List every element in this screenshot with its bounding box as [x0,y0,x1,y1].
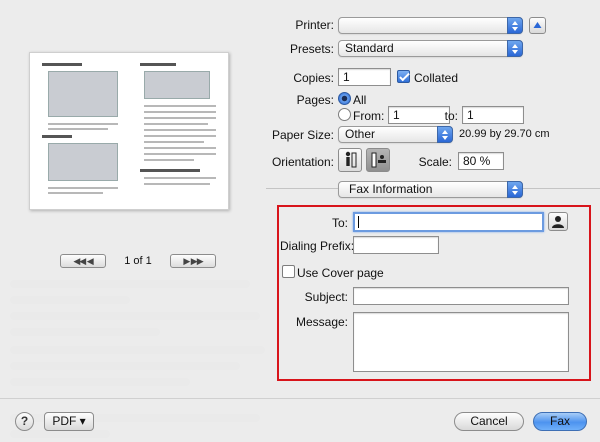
first-prev-page-button[interactable]: ◀◀ ◀ [60,254,106,268]
preview-line [144,147,216,149]
to-label: To: [331,216,348,230]
preview-heading [42,135,72,138]
use-cover-page-checkbox[interactable] [282,265,295,278]
next-last-page-button[interactable]: ▶ ▶▶ [170,254,216,268]
paper-size-label: Paper Size: [271,128,334,142]
subject-label: Subject: [304,290,348,304]
popup-arrows-icon [437,126,453,143]
popup-arrows-icon [507,17,523,34]
printer-label: Printer: [295,18,334,32]
preview-line [144,129,216,131]
help-button[interactable]: ? [15,412,34,431]
preview-line [144,123,208,125]
subject-field[interactable] [353,287,569,305]
preview-image [48,143,118,181]
pages-all-radio[interactable] [338,92,351,105]
paper-size-popup[interactable]: Other [338,126,453,143]
last-page-icon[interactable]: ▶▶ [191,256,204,266]
landscape-icon [371,152,386,168]
footer-separator [0,398,600,399]
preview-image [48,71,118,117]
preview-column [140,61,220,201]
printer-popup[interactable] [338,17,523,34]
collated-checkbox[interactable] [397,70,410,83]
address-book-button[interactable] [548,212,568,231]
popup-arrows-icon [507,181,523,198]
page-preview [29,52,229,210]
pdf-menu-button[interactable]: PDF ▾ [44,412,94,431]
scale-field[interactable]: 80 % [458,152,504,170]
presets-label: Presets: [289,42,334,56]
preview-column [42,61,122,201]
preview-line [144,153,216,155]
paper-size-value: Other [345,127,376,141]
expand-disclosure-button[interactable] [529,17,546,34]
preview-line [144,111,216,113]
preview-heading [140,169,200,172]
disclosure-up-icon [533,22,542,28]
preview-heading [140,63,176,66]
panel-popup-value: Fax Information [349,182,433,196]
scale-label: Scale: [418,155,452,169]
preview-line [48,192,103,194]
first-page-icon[interactable]: ◀◀ [73,256,86,266]
preview-pager: ◀◀ ◀ 1 of 1 ▶ ▶▶ [0,254,266,270]
use-cover-page-label: Use Cover page [297,266,384,280]
presets-popup[interactable]: Standard [338,40,523,57]
person-icon [552,216,564,228]
pages-to-field[interactable]: 1 [462,106,524,124]
pages-to-label: to: [444,109,458,123]
orientation-label: Orientation: [271,155,334,169]
preview-line [48,187,118,189]
preview-line [144,141,204,143]
preview-image [144,71,210,99]
portrait-icon [345,151,357,168]
preview-line [144,117,216,119]
pages-label: Pages: [296,93,334,107]
paper-size-dimensions: 20.99 by 29.70 cm [459,128,550,140]
dialing-prefix-field[interactable] [353,236,439,254]
presets-value: Standard [345,41,394,55]
panel-popup[interactable]: Fax Information [338,181,523,198]
landscape-button[interactable] [366,148,390,172]
copies-field[interactable]: 1 [338,68,391,86]
portrait-button[interactable] [338,148,362,172]
preview-heading [42,63,82,66]
preview-line [144,105,216,107]
preview-pane: ◀◀ ◀ 1 of 1 ▶ ▶▶ [0,0,266,398]
next-page-icon[interactable]: ▶ [183,256,190,266]
pages-from-label: From: [353,109,385,123]
text-cursor [358,216,359,228]
preview-line [144,159,194,161]
preview-line [48,128,108,130]
pages-from-radio[interactable] [338,108,351,121]
cancel-button[interactable]: Cancel [454,412,524,431]
preview-line [144,135,216,137]
fax-button[interactable]: Fax [533,412,587,431]
message-field[interactable] [353,312,569,372]
preview-line [144,177,216,179]
collated-label: Collated [414,71,459,85]
popup-arrows-icon [507,40,523,57]
preview-line [48,123,118,125]
page-indicator: 1 of 1 [124,255,152,267]
dialing-prefix-label: Dialing Prefix: [280,239,355,253]
message-label: Message: [295,315,348,329]
preview-line [144,183,210,185]
prev-page-icon[interactable]: ◀ [87,256,94,266]
to-field[interactable] [353,212,544,232]
print-sheet: ◀◀ ◀ 1 of 1 ▶ ▶▶ Printer: Presets: Stand… [0,0,600,442]
pages-all-label: All [353,93,367,107]
copies-label: Copies: [293,71,334,85]
